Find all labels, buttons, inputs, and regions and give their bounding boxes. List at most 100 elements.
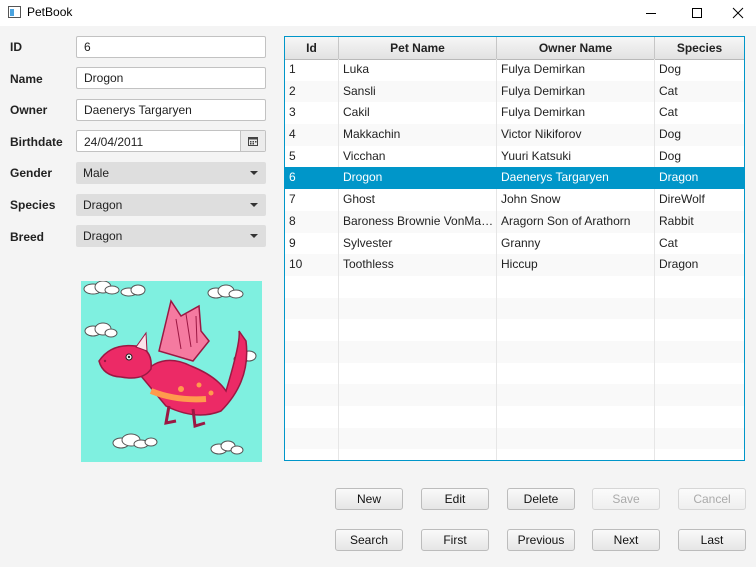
id-field[interactable]: 6 [76,36,266,58]
empty-cell [339,340,497,363]
empty-cell [285,449,339,460]
birthdate-label: Birthdate [10,135,63,149]
cell-species: Dragon [659,257,699,272]
empty-cell [655,449,744,460]
edit-button[interactable]: Edit [421,488,489,510]
empty-cell [497,362,655,385]
empty-table-row [285,427,744,450]
chevron-down-icon [250,171,258,175]
chevron-down-icon [250,234,258,238]
save-button[interactable]: Save [592,488,660,510]
cell-species: Dog [659,62,682,76]
cancel-button[interactable]: Cancel [678,488,746,510]
column-header-pet-name[interactable]: Pet Name [339,37,497,59]
cell-pet-name: Cakil [339,102,497,125]
birthdate-value: 24/04/2011 [84,135,144,149]
cell-species: Dog [659,148,682,163]
empty-cell [285,319,339,341]
breed-value: Dragon [83,229,123,243]
cell-species: Dog [659,127,682,142]
empty-cell [655,298,744,320]
cell-pet-name: Drogon [339,167,497,190]
delete-button[interactable]: Delete [507,488,575,510]
cell-species: Cat [659,235,678,250]
empty-table-row [285,384,744,406]
cell-owner-name: Victor Nikiforov [497,124,655,146]
table-row[interactable]: 10 Toothless Hiccup Dragon [285,254,744,276]
table-row[interactable]: 5 Vicchan Yuuri Katsuki Dog [285,145,744,168]
birthdate-picker[interactable]: 24/04/2011 [76,130,266,152]
cell-id: 3 [285,102,339,125]
empty-cell [655,341,744,363]
cell-pet-name: Ghost [339,189,497,211]
table-row[interactable]: 1 Luka Fulya Demirkan Dog [285,59,744,81]
empty-cell [285,297,339,320]
previous-button[interactable]: Previous [507,529,575,551]
last-button[interactable]: Last [678,529,746,551]
minimize-button[interactable] [628,0,674,26]
empty-cell [497,384,655,406]
cell-owner-name: John Snow [497,189,655,211]
calendar-icon [248,137,258,146]
name-field[interactable]: Drogon [76,67,266,89]
empty-cell [497,406,655,428]
pet-image [81,281,262,462]
empty-cell [655,319,744,341]
gender-value: Male [83,166,110,180]
table-row[interactable]: 6 Drogon Daenerys Targaryen Dragon [285,167,744,190]
cell-id: 4 [285,124,339,146]
empty-cell [339,362,497,385]
cell-owner-name: Granny [497,232,655,255]
table-row[interactable]: 4 Makkachin Victor Nikiforov Dog [285,124,744,146]
minimize-icon [646,13,656,14]
search-button[interactable]: Search [335,529,403,551]
cell-pet-name: Sylvester [339,232,497,255]
cell-owner-name: Daenerys Targaryen [497,167,655,190]
next-button[interactable]: Next [592,529,660,551]
column-header-owner-name[interactable]: Owner Name [497,37,655,59]
table-row[interactable]: 2 Sansli Fulya Demirkan Cat [285,80,744,103]
gender-dropdown[interactable]: Male [76,162,266,184]
app-icon [8,6,21,18]
cell-id: 6 [285,167,339,190]
breed-label: Breed [10,230,45,244]
maximize-button[interactable] [674,0,720,26]
close-button[interactable] [715,0,756,26]
cell-owner-name: Fulya Demirkan [497,80,655,103]
table-row[interactable]: 7 Ghost John Snow DireWolf [285,189,744,211]
breed-dropdown[interactable]: Dragon [76,225,266,247]
empty-cell [497,275,655,298]
new-button[interactable]: New [335,488,403,510]
owner-field[interactable]: Daenerys Targaryen [76,99,266,121]
cell-species: Cat [659,105,678,120]
empty-cell [339,384,497,406]
empty-table-row [285,406,744,428]
empty-cell [339,275,497,298]
empty-cell [497,340,655,363]
empty-cell [655,384,744,406]
cell-pet-name: Makkachin [339,124,497,146]
empty-cell [339,406,497,428]
empty-cell [339,297,497,320]
empty-table-row [285,275,744,298]
cell-id: 10 [285,254,339,276]
cell-species: Cat [659,83,678,98]
table-row[interactable]: 8 Baroness Brownie VonMarsh… Aragorn Son o… [285,210,744,233]
cell-owner-name: Aragorn Son of Arathorn [497,210,655,233]
empty-cell [285,340,339,363]
window-title: PetBook [27,5,73,19]
column-header-id[interactable]: Id [285,37,339,59]
table-row[interactable]: 9 Sylvester Granny Cat [285,232,744,255]
cell-id: 7 [285,189,339,211]
first-button[interactable]: First [421,529,489,551]
column-header-species[interactable]: Species [655,37,744,59]
empty-cell [285,406,339,428]
chevron-down-icon [250,203,258,207]
calendar-button[interactable] [240,131,265,151]
gender-label: Gender [10,166,53,180]
pets-table[interactable]: Id Pet Name Owner Name Species 1 Luka Fuly… [284,36,745,461]
owner-label: Owner [10,103,48,117]
species-dropdown[interactable]: Dragon [76,194,266,216]
cell-id: 2 [285,80,339,103]
table-row[interactable]: 3 Cakil Fulya Demirkan Cat [285,102,744,125]
